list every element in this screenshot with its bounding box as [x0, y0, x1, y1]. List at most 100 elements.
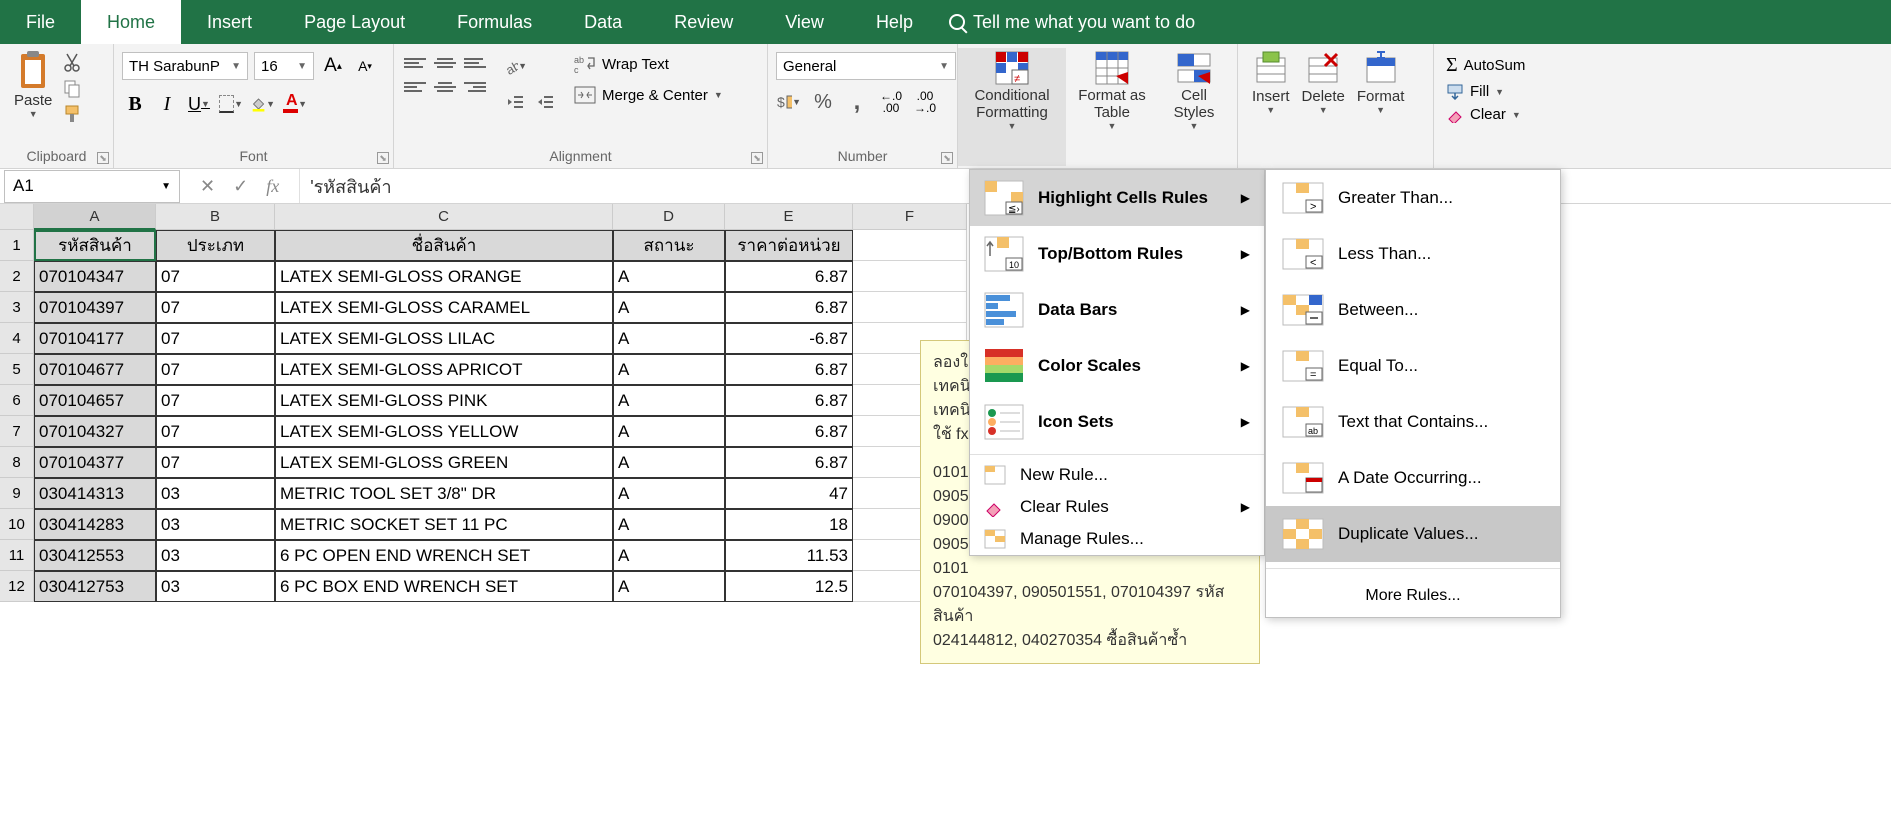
comma-button[interactable]: ,	[844, 88, 870, 116]
clipboard-launcher[interactable]: ⬊	[97, 152, 109, 164]
paste-button[interactable]: Paste ▼	[8, 48, 58, 121]
cell[interactable]: 6 PC OPEN END WRENCH SET	[275, 540, 613, 571]
row-header[interactable]: 3	[0, 292, 34, 323]
cell[interactable]: -6.87	[725, 323, 853, 354]
clear-button[interactable]: Clear ▼	[1442, 104, 1556, 125]
row-header[interactable]: 6	[0, 385, 34, 416]
increase-decimal-button[interactable]: ←.0.00	[878, 88, 904, 116]
cell[interactable]: 070104657	[34, 385, 156, 416]
cell[interactable]	[853, 230, 967, 261]
cell[interactable]: LATEX SEMI-GLOSS PINK	[275, 385, 613, 416]
cell[interactable]: สถานะ	[613, 230, 725, 261]
decrease-indent-button[interactable]	[502, 88, 528, 116]
cell[interactable]: 47	[725, 478, 853, 509]
wrap-text-button[interactable]: abc Wrap Text	[570, 52, 727, 76]
cell[interactable]	[853, 261, 967, 292]
select-all-corner[interactable]	[0, 204, 34, 230]
italic-button[interactable]: I	[154, 90, 180, 118]
cell[interactable]: 12.5	[725, 571, 853, 602]
sub-more-rules[interactable]: More Rules...	[1266, 575, 1560, 617]
cell[interactable]: 6.87	[725, 292, 853, 323]
row-header[interactable]: 1	[0, 230, 34, 261]
cell[interactable]: A	[613, 292, 725, 323]
cell[interactable]	[853, 292, 967, 323]
align-left-button[interactable]	[402, 76, 428, 98]
bold-button[interactable]: B	[122, 90, 148, 118]
align-center-button[interactable]	[432, 76, 458, 98]
cell[interactable]: 11.53	[725, 540, 853, 571]
cell[interactable]: 030414283	[34, 509, 156, 540]
cell[interactable]: 07	[156, 292, 275, 323]
tab-home[interactable]: Home	[81, 0, 181, 44]
cell[interactable]: 07	[156, 447, 275, 478]
tell-me[interactable]: Tell me what you want to do	[949, 12, 1195, 33]
cf-data-bars[interactable]: Data Bars▶	[970, 282, 1264, 338]
cell[interactable]: 07	[156, 385, 275, 416]
cell[interactable]: A	[613, 540, 725, 571]
decrease-decimal-button[interactable]: .00→.0	[912, 88, 938, 116]
align-right-button[interactable]	[462, 76, 488, 98]
row-header[interactable]: 10	[0, 509, 34, 540]
cell[interactable]: 07	[156, 354, 275, 385]
cell[interactable]: ชื่อสินค้า	[275, 230, 613, 261]
cell[interactable]: LATEX SEMI-GLOSS YELLOW	[275, 416, 613, 447]
cf-clear-rules[interactable]: Clear Rules▶	[970, 491, 1264, 523]
cell-styles-button[interactable]: Cell Styles▼	[1158, 48, 1230, 166]
cf-top-bottom[interactable]: 10 Top/Bottom Rules▶	[970, 226, 1264, 282]
cell[interactable]: 6.87	[725, 416, 853, 447]
increase-indent-button[interactable]	[532, 88, 558, 116]
number-launcher[interactable]: ⬊	[941, 152, 953, 164]
cell[interactable]: 6 PC BOX END WRENCH SET	[275, 571, 613, 602]
autosum-button[interactable]: ΣAutoSum	[1442, 52, 1556, 79]
underline-button[interactable]: U ▼	[186, 90, 212, 118]
cell[interactable]: LATEX SEMI-GLOSS GREEN	[275, 447, 613, 478]
align-middle-button[interactable]	[432, 52, 458, 74]
cell[interactable]: LATEX SEMI-GLOSS LILAC	[275, 323, 613, 354]
sub-less-than[interactable]: < Less Than...	[1266, 226, 1560, 282]
cell[interactable]: 03	[156, 571, 275, 602]
accounting-button[interactable]: $▼	[776, 88, 802, 116]
fill-color-button[interactable]: ▼	[250, 90, 276, 118]
col-header-B[interactable]: B	[156, 204, 275, 230]
tab-insert[interactable]: Insert	[181, 0, 278, 44]
delete-button[interactable]: Delete▼	[1296, 48, 1351, 166]
cell[interactable]: รหัสสินค้า	[34, 230, 156, 261]
fill-button[interactable]: Fill ▼	[1442, 81, 1556, 102]
fx-icon[interactable]: fx	[266, 176, 279, 197]
number-format-combo[interactable]: General▼	[776, 52, 956, 80]
tab-help[interactable]: Help	[850, 0, 939, 44]
format-painter-icon[interactable]	[62, 104, 82, 124]
cell[interactable]: 07	[156, 416, 275, 447]
cell[interactable]: 07	[156, 261, 275, 292]
tab-review[interactable]: Review	[648, 0, 759, 44]
col-header-C[interactable]: C	[275, 204, 613, 230]
cut-icon[interactable]	[62, 52, 82, 72]
tab-formulas[interactable]: Formulas	[431, 0, 558, 44]
merge-center-button[interactable]: Merge & Center ▼	[570, 84, 727, 106]
cell[interactable]: 070104327	[34, 416, 156, 447]
cell[interactable]: A	[613, 354, 725, 385]
row-header[interactable]: 5	[0, 354, 34, 385]
cell[interactable]: 030412553	[34, 540, 156, 571]
cell[interactable]: ประเภท	[156, 230, 275, 261]
cell[interactable]: LATEX SEMI-GLOSS ORANGE	[275, 261, 613, 292]
font-color-button[interactable]: ▼	[282, 90, 308, 118]
cf-icon-sets[interactable]: Icon Sets▶	[970, 394, 1264, 450]
row-header[interactable]: 12	[0, 571, 34, 602]
copy-icon[interactable]	[62, 78, 82, 98]
cell[interactable]: A	[613, 571, 725, 602]
cell[interactable]: A	[613, 478, 725, 509]
grow-font-button[interactable]: A▴	[320, 52, 346, 80]
cell[interactable]: 03	[156, 478, 275, 509]
row-header[interactable]: 11	[0, 540, 34, 571]
percent-button[interactable]: %	[810, 88, 836, 116]
align-bottom-button[interactable]	[462, 52, 488, 74]
cancel-formula-icon[interactable]: ✕	[200, 176, 215, 197]
cell[interactable]: A	[613, 261, 725, 292]
cf-highlight-cells[interactable]: ≦› Highlight Cells Rules▶	[970, 170, 1264, 226]
cell[interactable]: 030412753	[34, 571, 156, 602]
cell[interactable]: 6.87	[725, 354, 853, 385]
cell[interactable]: METRIC SOCKET SET 11 PC	[275, 509, 613, 540]
font-launcher[interactable]: ⬊	[377, 152, 389, 164]
sub-date-occurring[interactable]: A Date Occurring...	[1266, 450, 1560, 506]
